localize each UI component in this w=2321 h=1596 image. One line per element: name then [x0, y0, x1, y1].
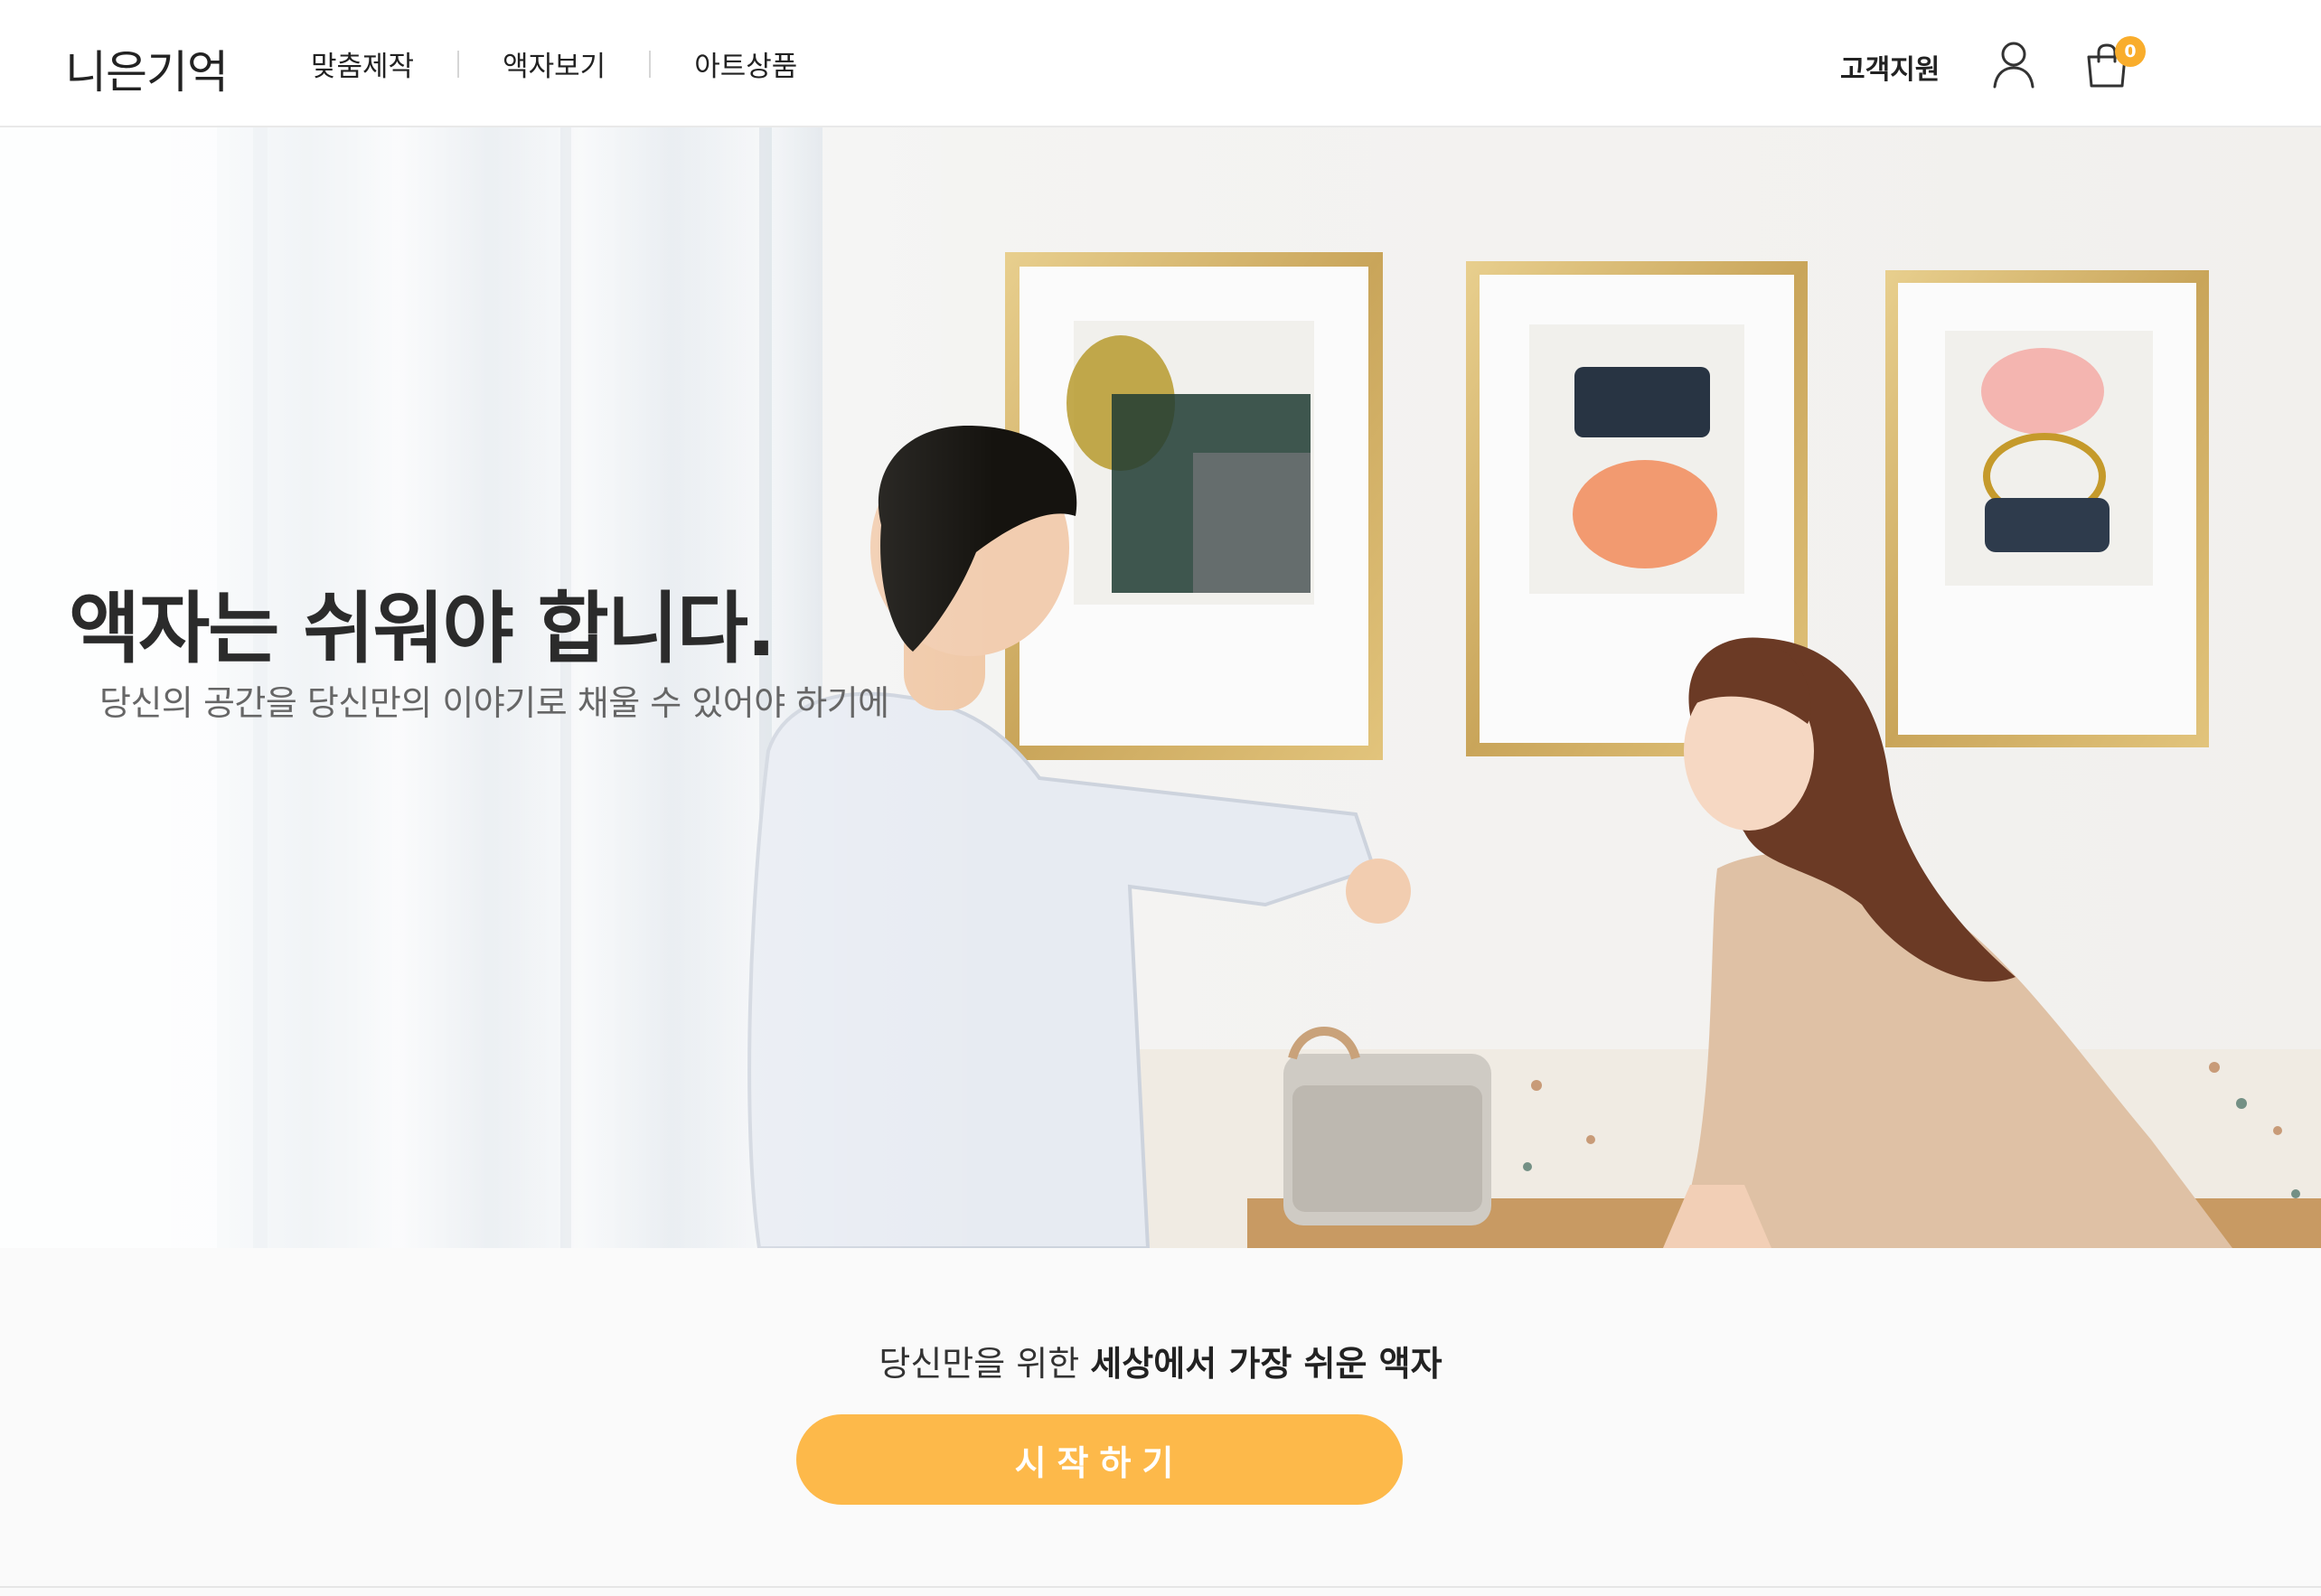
section-divider — [0, 1586, 2321, 1588]
nav-divider — [457, 50, 460, 78]
hero-title: 액자는 쉬워야 합니다. — [69, 584, 776, 674]
nav-item-frames[interactable]: 액자보기 — [503, 43, 606, 84]
user-icon[interactable] — [1991, 40, 2036, 89]
cta-tagline: 당신만을 위한 세상에서 가장 쉬운 액자 — [0, 1336, 2321, 1385]
hero-banner: 액자는 쉬워야 합니다. 당신의 공간을 당신만의 이야기로 채울 수 있어야 … — [0, 127, 2321, 1248]
nav-item-art-products[interactable]: 아트상품 — [694, 43, 797, 84]
site-header: 니은기억 맞춤제작 액자보기 아트상품 고객지원 0 — [0, 0, 2321, 127]
cta-tagline-normal: 당신만을 위한 — [879, 1344, 1091, 1384]
nav-divider — [649, 50, 652, 78]
start-button[interactable]: 시작하기 — [796, 1414, 1403, 1505]
nav-item-custom-order[interactable]: 맞춤제작 — [311, 43, 414, 84]
customer-support-link[interactable]: 고객지원 — [1840, 47, 1940, 87]
logo[interactable]: 니은기억 — [65, 36, 229, 101]
cta-tagline-bold: 세상에서 가장 쉬운 액자 — [1090, 1344, 1442, 1384]
main-nav: 맞춤제작 액자보기 아트상품 — [311, 43, 797, 84]
cta-section: 당신만을 위한 세상에서 가장 쉬운 액자 시작하기 — [0, 1248, 2321, 1596]
hero-subtitle: 당신의 공간을 당신만의 이야기로 채울 수 있어야 하기에 — [99, 683, 889, 723]
cart-count-badge: 0 — [2115, 36, 2146, 67]
